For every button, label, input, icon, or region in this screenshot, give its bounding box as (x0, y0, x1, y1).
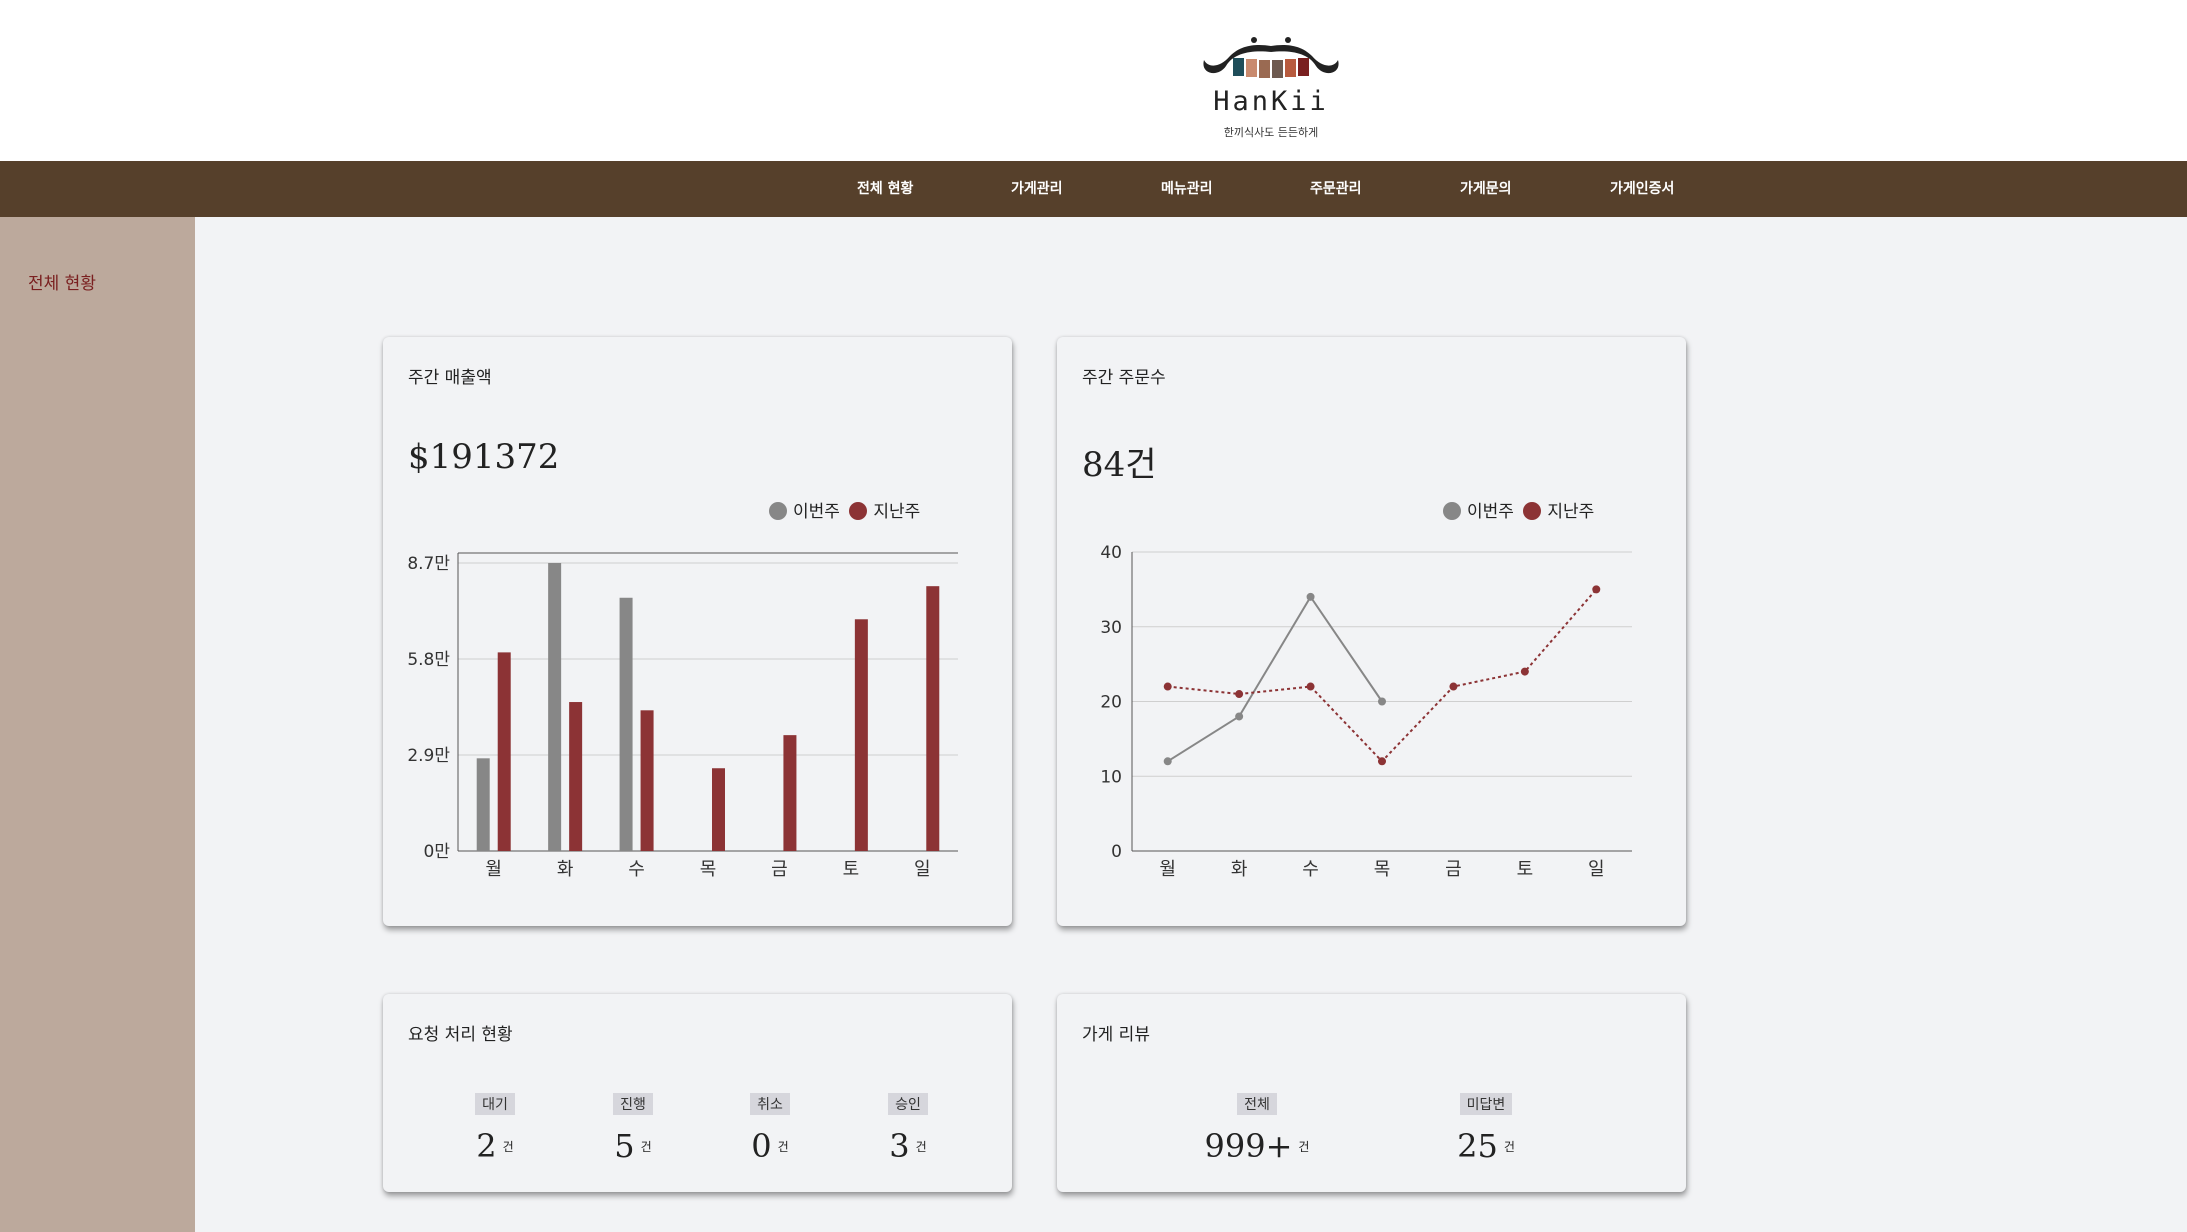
x-tick-label: 금 (771, 859, 788, 880)
x-tick-label: 목 (1374, 859, 1391, 880)
stat-approved[interactable]: 승인 3건 (848, 1093, 968, 1165)
bar-this-week (548, 563, 562, 851)
stat-unit: 건 (640, 1140, 652, 1154)
data-point-last-week (1306, 682, 1315, 691)
data-point-last-week (1520, 667, 1529, 676)
x-tick-label: 화 (1231, 859, 1248, 880)
weekly-orders-card: 주간 주문수 84건 이번주 지난주 0 10 20 30 40 월 화 수 목 금 토 일 (1057, 337, 1686, 926)
nav-item-overview[interactable]: 전체 현황 (857, 161, 913, 217)
series-line-last-week (1167, 588, 1598, 763)
stat-label: 진행 (613, 1093, 653, 1115)
data-point-this-week (1235, 712, 1244, 721)
data-point-last-week (1235, 690, 1244, 699)
stat-label: 대기 (475, 1093, 515, 1115)
stat-reviews-unanswered[interactable]: 미답변 25 건 (1426, 1093, 1546, 1165)
data-point-this-week (1306, 592, 1315, 601)
data-point-last-week (1592, 585, 1601, 594)
stat-value: 999+ (1204, 1127, 1293, 1165)
stat-unit: 건 (1298, 1140, 1310, 1154)
data-point-this-week (1163, 757, 1172, 766)
bar-last-week (783, 735, 797, 851)
stat-cancelled[interactable]: 취소 0건 (710, 1093, 830, 1165)
data-point-this-week (1378, 697, 1386, 706)
bar-last-week (712, 768, 725, 851)
bar-last-week (640, 710, 654, 851)
x-tick-label: 일 (1588, 859, 1605, 880)
stat-value: 2 (476, 1127, 497, 1165)
stat-reviews-total[interactable]: 전체 999+ 건 (1197, 1093, 1317, 1165)
y-tick-label: 10 (1100, 767, 1122, 787)
request-status-card: 요청 처리 현황 대기 2건 진행 5건 취소 0건 승인 3건 (383, 994, 1012, 1192)
top-nav: 전체 현황 가게관리 메뉴관리 주문관리 가게문의 가게인증서 (0, 161, 2187, 217)
bar-last-week (497, 652, 511, 851)
x-tick-label: 월 (1159, 859, 1176, 880)
y-tick-label: 40 (1100, 543, 1122, 563)
weekly-orders-line-chart: 0 10 20 30 40 월 화 수 목 금 토 일 (1100, 543, 1632, 880)
nav-item-order-management[interactable]: 주문관리 (1310, 161, 1362, 217)
y-tick-label: 0만 (424, 842, 451, 862)
y-tick-label: 0 (1111, 842, 1122, 862)
stat-unit: 건 (502, 1140, 514, 1154)
stat-in-progress[interactable]: 진행 5건 (573, 1093, 693, 1165)
x-tick-label: 토 (843, 859, 860, 880)
nav-item-menu-management[interactable]: 메뉴관리 (1161, 161, 1213, 217)
x-tick-label: 목 (700, 859, 717, 880)
stat-waiting[interactable]: 대기 2건 (435, 1093, 555, 1165)
x-tick-label: 금 (1445, 859, 1462, 880)
bar-last-week (854, 619, 868, 851)
data-point-last-week (1449, 682, 1458, 691)
data-point-last-week (1163, 682, 1172, 691)
brand-tagline: 한끼식사도 든든하게 (1223, 126, 1319, 139)
x-tick-label: 토 (1517, 859, 1534, 880)
weekly-sales-bar-chart: 0만 2.9만 5.8만 8.7만월 화 수 목 금 토 일 (407, 552, 958, 880)
x-tick-label: 수 (628, 859, 645, 880)
y-tick-label: 2.9만 (407, 746, 450, 766)
stat-value: 25 (1457, 1127, 1498, 1165)
sidebar: 전체 현황 (0, 217, 195, 1232)
stat-unit: 건 (1503, 1140, 1515, 1154)
stat-unit: 건 (777, 1140, 789, 1154)
x-tick-label: 월 (485, 859, 502, 880)
stat-value: 5 (614, 1127, 635, 1165)
y-tick-label: 5.8만 (407, 650, 450, 670)
x-tick-label: 화 (557, 859, 574, 880)
nav-item-store-inquiry[interactable]: 가게문의 (1460, 161, 1512, 217)
sidebar-item-overview[interactable]: 전체 현황 (28, 269, 96, 294)
y-tick-label: 20 (1100, 693, 1122, 713)
x-tick-label: 수 (1302, 859, 1319, 880)
stat-label: 전체 (1237, 1093, 1277, 1115)
data-point-last-week (1378, 757, 1386, 766)
x-tick-label: 일 (914, 859, 931, 880)
y-tick-label: 8.7만 (407, 554, 450, 574)
stat-value: 3 (889, 1127, 910, 1165)
weekly-sales-card: 주간 매출액 $191372 이번주 지난주 0만 2.9만 5.8만 8.7만 월 화 수… (383, 337, 1012, 926)
stat-label: 미답변 (1459, 1093, 1513, 1115)
series-line-this-week (1167, 594, 1383, 763)
stat-label: 승인 (888, 1093, 928, 1115)
stat-label: 취소 (750, 1093, 790, 1115)
y-tick-label: 30 (1100, 618, 1122, 638)
brand-name: HanKii (1213, 86, 1329, 117)
store-review-card: 가게 리뷰 전체 999+ 건 미답변 25 건 (1057, 994, 1686, 1192)
bar-last-week (926, 586, 940, 851)
bar-this-week (476, 758, 490, 851)
header: HanKii 한끼식사도 든든하게 (0, 0, 2187, 161)
stat-unit: 건 (915, 1140, 927, 1154)
hanok-roof-logo-icon (1203, 37, 1339, 78)
logo[interactable]: HanKii 한끼식사도 든든하게 (1196, 34, 1346, 144)
nav-item-store-certificate[interactable]: 가게인증서 (1610, 161, 1674, 217)
stat-value: 0 (751, 1127, 772, 1165)
card-title: 요청 처리 현황 (408, 1025, 513, 1045)
bar-this-week (619, 597, 633, 851)
bar-last-week (569, 702, 583, 851)
nav-item-store-management[interactable]: 가게관리 (1011, 161, 1063, 217)
card-title: 가게 리뷰 (1082, 1025, 1150, 1045)
